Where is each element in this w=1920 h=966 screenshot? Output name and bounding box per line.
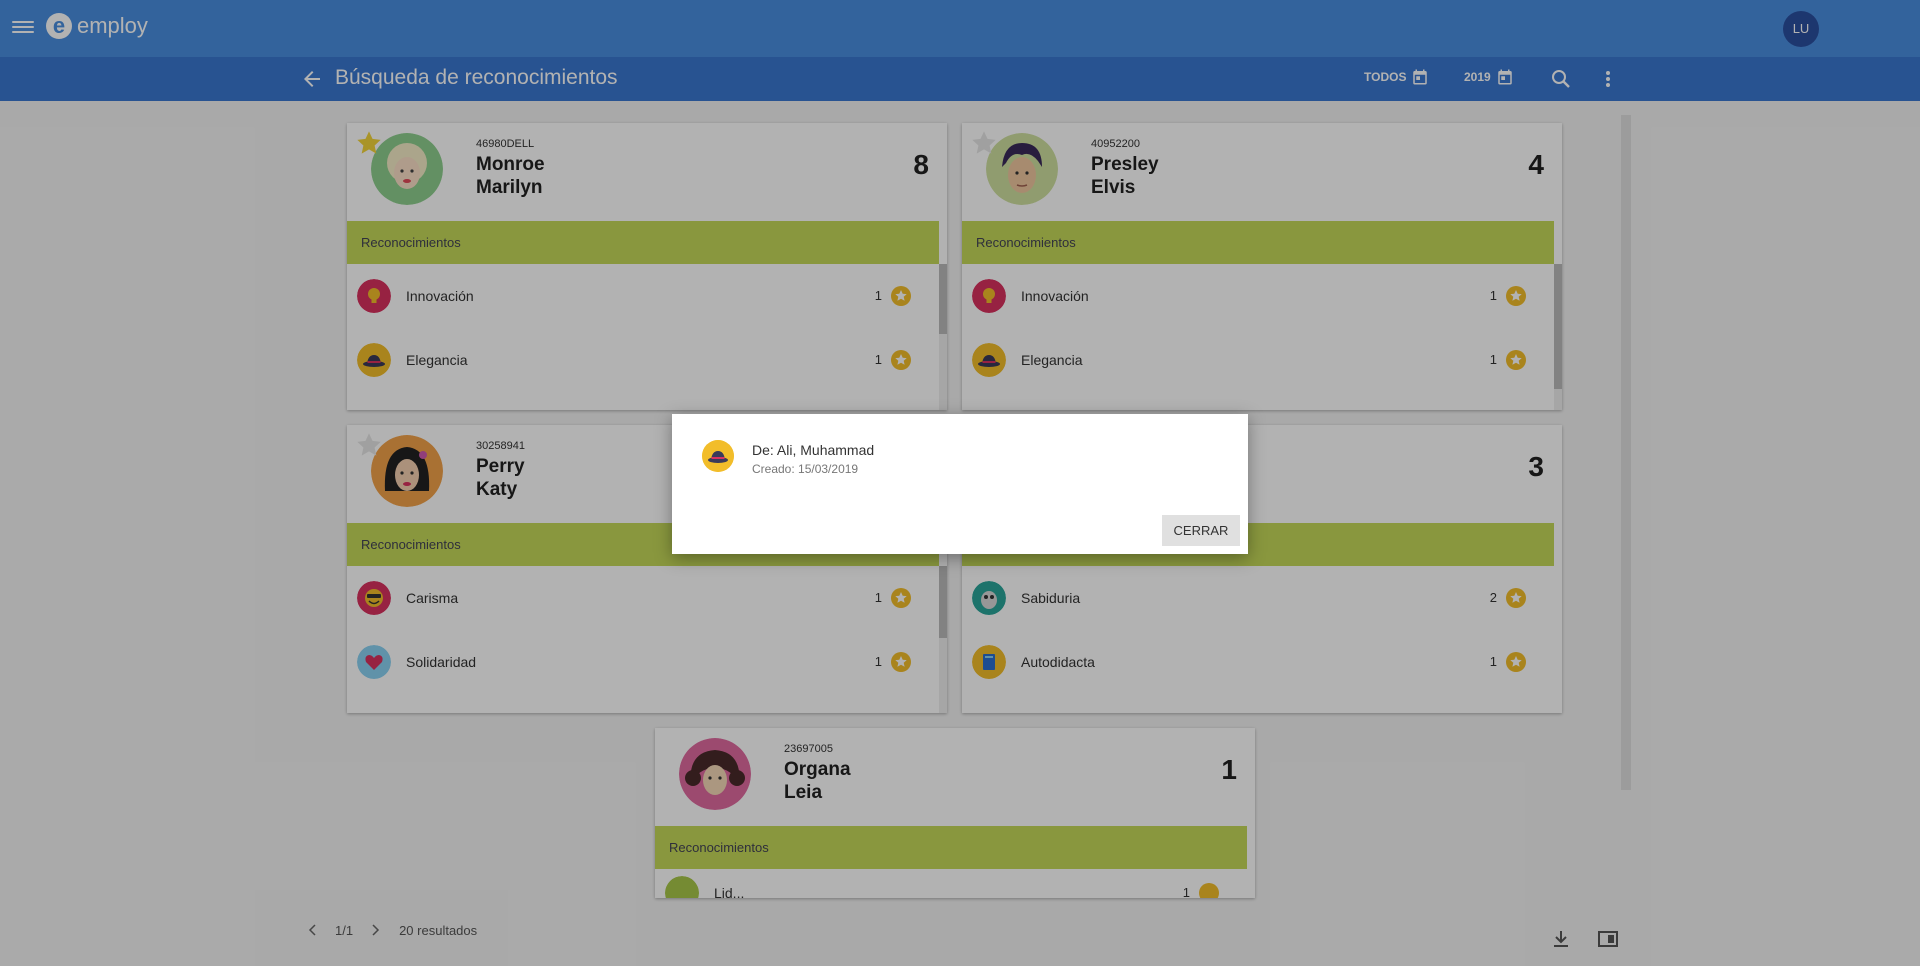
dialog-from: De: Ali, Muhammad — [752, 442, 875, 458]
recognition-detail-dialog: De: Ali, Muhammad Creado: 15/03/2019 CER… — [672, 414, 1248, 554]
dialog-created-date: Creado: 15/03/2019 — [752, 462, 859, 476]
close-button[interactable]: CERRAR — [1162, 515, 1240, 546]
hat-icon — [702, 440, 734, 472]
